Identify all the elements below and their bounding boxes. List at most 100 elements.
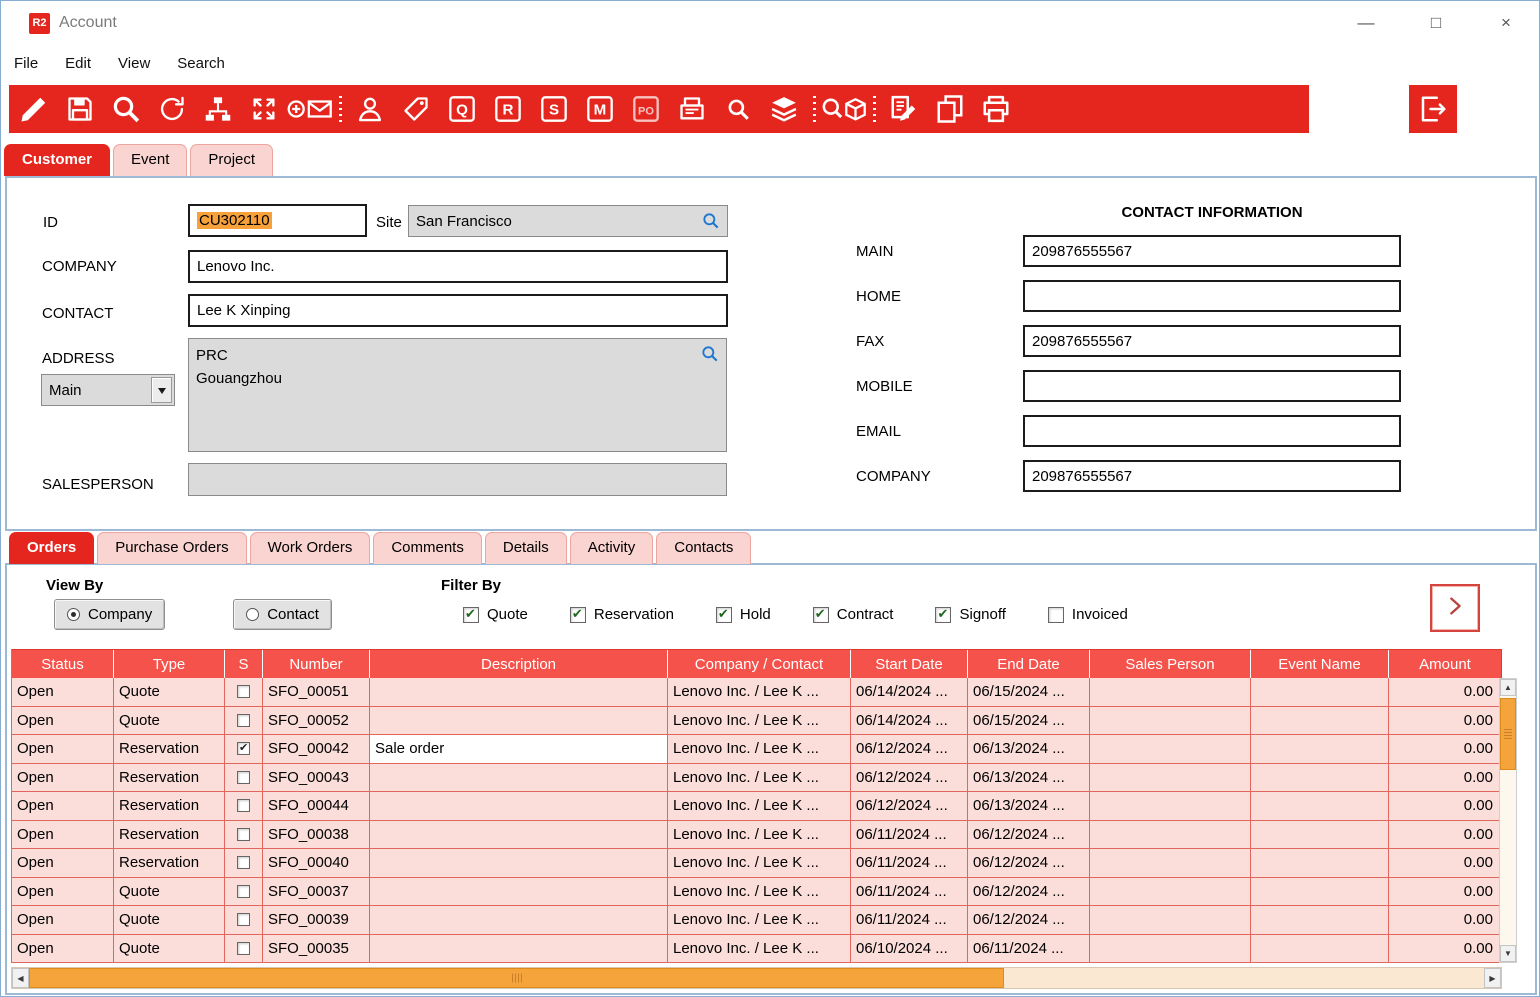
hierarchy-button[interactable] bbox=[195, 87, 241, 131]
search-items-button[interactable] bbox=[715, 87, 761, 131]
column-header-end-date[interactable]: End Date bbox=[968, 650, 1090, 678]
column-header-start-date[interactable]: Start Date bbox=[851, 650, 968, 678]
site-input[interactable]: San Francisco bbox=[408, 205, 728, 237]
address-type-dropdown-icon[interactable] bbox=[151, 377, 172, 403]
address-search-icon[interactable] bbox=[700, 344, 720, 368]
table-row[interactable]: OpenReservationSFO_00040Lenovo Inc. / Le… bbox=[12, 849, 1502, 878]
contact-info-input-fax[interactable]: 209876555567 bbox=[1023, 325, 1401, 357]
filter-reservation[interactable]: Reservation bbox=[570, 606, 674, 623]
id-input[interactable]: CU302110 bbox=[188, 204, 367, 237]
filter-hold[interactable]: Hold bbox=[716, 606, 771, 623]
contact-button[interactable] bbox=[347, 87, 393, 131]
reservation-button[interactable]: R bbox=[485, 87, 531, 131]
row-checkbox-icon[interactable] bbox=[237, 771, 250, 784]
column-header-sales-person[interactable]: Sales Person bbox=[1090, 650, 1251, 678]
menu-item-edit[interactable]: Edit bbox=[65, 55, 91, 72]
contact-info-input-company[interactable]: 209876555567 bbox=[1023, 460, 1401, 492]
save-button[interactable] bbox=[57, 87, 103, 131]
tab-project[interactable]: Project bbox=[190, 144, 273, 176]
table-row[interactable]: OpenReservationSFO_00043Lenovo Inc. / Le… bbox=[12, 764, 1502, 793]
po-button[interactable]: PO bbox=[623, 87, 669, 131]
column-header-event-name[interactable]: Event Name bbox=[1251, 650, 1389, 678]
salesperson-input[interactable] bbox=[188, 463, 727, 496]
filter-invoiced[interactable]: Invoiced bbox=[1048, 606, 1128, 623]
column-header-s[interactable]: S bbox=[225, 650, 263, 678]
search-product-button[interactable] bbox=[821, 87, 867, 131]
signoff-button[interactable]: S bbox=[531, 87, 577, 131]
tab-work-orders[interactable]: Work Orders bbox=[250, 532, 371, 564]
table-row[interactable]: OpenQuoteSFO_00052Lenovo Inc. / Lee K ..… bbox=[12, 707, 1502, 736]
view-by-company[interactable]: Company bbox=[54, 599, 165, 630]
row-checkbox-icon[interactable] bbox=[237, 913, 250, 926]
address-type-select[interactable]: Main bbox=[41, 374, 175, 406]
menu-item-view[interactable]: View bbox=[118, 55, 150, 72]
horizontal-scrollbar[interactable]: ◀ ▶ bbox=[11, 967, 1502, 989]
row-checkbox-icon[interactable] bbox=[237, 856, 250, 869]
search-button[interactable] bbox=[103, 87, 149, 131]
tab-orders[interactable]: Orders bbox=[9, 532, 94, 564]
menu-item-file[interactable]: File bbox=[14, 55, 38, 72]
column-header-number[interactable]: Number bbox=[263, 650, 370, 678]
copy-button[interactable] bbox=[927, 87, 973, 131]
row-checkbox-icon[interactable] bbox=[237, 799, 250, 812]
vertical-scrollbar[interactable]: ▲ ▼ bbox=[1499, 678, 1517, 963]
column-header-company-contact[interactable]: Company / Contact bbox=[668, 650, 851, 678]
memo-button[interactable]: M bbox=[577, 87, 623, 131]
tab-contacts[interactable]: Contacts bbox=[656, 532, 751, 564]
expand-button[interactable] bbox=[241, 87, 287, 131]
column-header-description[interactable]: Description bbox=[370, 650, 668, 678]
column-header-amount[interactable]: Amount bbox=[1389, 650, 1502, 678]
minimize-button[interactable]: — bbox=[1351, 13, 1381, 33]
filter-contract[interactable]: Contract bbox=[813, 606, 894, 623]
scroll-left-icon[interactable]: ◀ bbox=[12, 968, 29, 988]
contact-input[interactable]: Lee K Xinping bbox=[188, 294, 728, 327]
site-search-icon[interactable] bbox=[701, 211, 721, 235]
next-page-button[interactable] bbox=[1430, 584, 1480, 632]
filter-quote[interactable]: Quote bbox=[463, 606, 528, 623]
print-button[interactable] bbox=[973, 87, 1019, 131]
address-textarea[interactable]: PRC Gouangzhou bbox=[188, 338, 727, 452]
edit-doc-button[interactable] bbox=[881, 87, 927, 131]
row-checkbox-icon[interactable] bbox=[237, 885, 250, 898]
tab-comments[interactable]: Comments bbox=[373, 532, 482, 564]
tab-details[interactable]: Details bbox=[485, 532, 567, 564]
scroll-right-icon[interactable]: ▶ bbox=[1484, 968, 1501, 988]
new-mail-button[interactable] bbox=[287, 87, 333, 131]
tag-button[interactable] bbox=[393, 87, 439, 131]
exit-button[interactable] bbox=[1409, 85, 1457, 133]
vertical-scroll-thumb[interactable] bbox=[1500, 698, 1516, 770]
register-button[interactable] bbox=[669, 87, 715, 131]
stack-button[interactable] bbox=[761, 87, 807, 131]
company-input[interactable]: Lenovo Inc. bbox=[188, 250, 728, 283]
scroll-down-icon[interactable]: ▼ bbox=[1500, 945, 1516, 962]
contact-info-input-home[interactable] bbox=[1023, 280, 1401, 312]
column-header-status[interactable]: Status bbox=[12, 650, 114, 678]
table-row[interactable]: OpenQuoteSFO_00051Lenovo Inc. / Lee K ..… bbox=[12, 678, 1502, 707]
row-checkbox-icon[interactable] bbox=[237, 742, 250, 755]
brush-button[interactable] bbox=[11, 87, 57, 131]
table-row[interactable]: OpenReservationSFO_00038Lenovo Inc. / Le… bbox=[12, 821, 1502, 850]
refresh-button[interactable] bbox=[149, 87, 195, 131]
view-by-contact[interactable]: Contact bbox=[233, 599, 332, 630]
horizontal-scroll-track[interactable] bbox=[29, 968, 1484, 988]
contact-info-input-main[interactable]: 209876555567 bbox=[1023, 235, 1401, 267]
table-row[interactable]: OpenReservationSFO_00044Lenovo Inc. / Le… bbox=[12, 792, 1502, 821]
table-row[interactable]: OpenQuoteSFO_00039Lenovo Inc. / Lee K ..… bbox=[12, 906, 1502, 935]
vertical-scroll-track[interactable] bbox=[1500, 696, 1516, 945]
tab-activity[interactable]: Activity bbox=[570, 532, 654, 564]
maximize-button[interactable]: □ bbox=[1421, 13, 1451, 33]
row-checkbox-icon[interactable] bbox=[237, 685, 250, 698]
table-row[interactable]: OpenReservationSFO_00042Sale orderLenovo… bbox=[12, 735, 1502, 764]
tab-purchase-orders[interactable]: Purchase Orders bbox=[97, 532, 246, 564]
contact-info-input-mobile[interactable] bbox=[1023, 370, 1401, 402]
close-button[interactable]: × bbox=[1491, 13, 1521, 33]
horizontal-scroll-thumb[interactable] bbox=[29, 968, 1004, 988]
menu-item-search[interactable]: Search bbox=[177, 55, 225, 72]
scroll-up-icon[interactable]: ▲ bbox=[1500, 679, 1516, 696]
contact-info-input-email[interactable] bbox=[1023, 415, 1401, 447]
row-checkbox-icon[interactable] bbox=[237, 942, 250, 955]
row-checkbox-icon[interactable] bbox=[237, 828, 250, 841]
column-header-type[interactable]: Type bbox=[114, 650, 225, 678]
quote-button[interactable]: Q bbox=[439, 87, 485, 131]
tab-customer[interactable]: Customer bbox=[4, 144, 110, 176]
